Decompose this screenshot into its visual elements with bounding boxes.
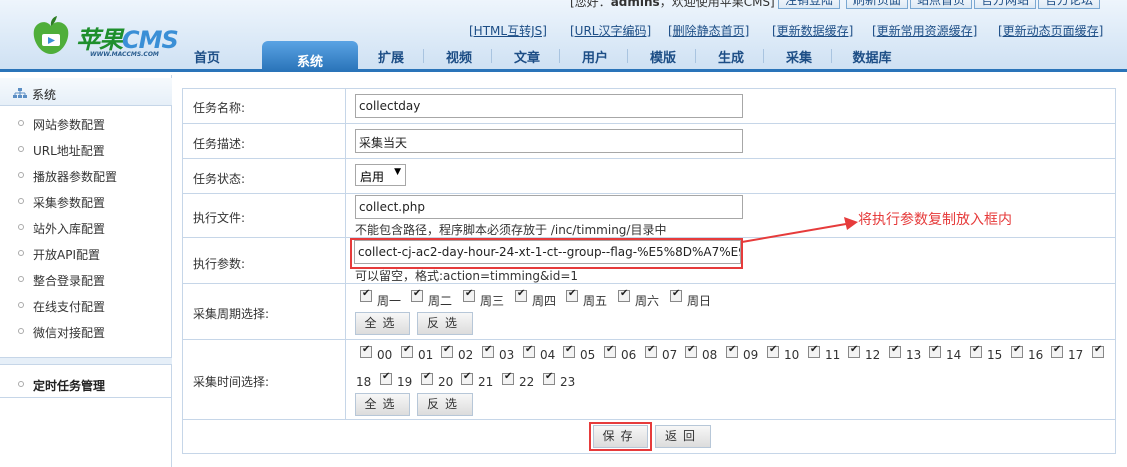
row-hour-select: 采集时间选择: 00 01 02 03 04 05 06 07 08 09 10… (182, 339, 1116, 419)
dropdown-arrow-icon: ▼ (394, 167, 401, 177)
task-desc-input[interactable]: 采集当天 (355, 129, 743, 153)
nav-collect[interactable]: 采集 (772, 47, 826, 67)
row-task-name: 任务名称: collectday (182, 88, 1116, 123)
bullet-icon (18, 224, 24, 230)
highlight-frame (589, 422, 652, 451)
official-site-button[interactable]: 官方网站 (974, 0, 1037, 9)
exec-file-hint: 不能包含路径，程序脚本必须存放于 /inc/timming/目录中 (355, 223, 667, 237)
sidebar: 系统 网站参数配置 URL地址配置 播放器参数配置 采集参数配置 站外入库配置 … (0, 75, 172, 467)
task-name-label: 任务名称: (193, 101, 246, 115)
row-week-select: 采集周期选择: 周一 周二 周三 周四 周五 周六 周日 全选 反选 (182, 283, 1116, 339)
logo-text: 苹果CMS (76, 26, 179, 54)
nav-separator (559, 49, 560, 63)
welcome-text: [您好：admins，欢迎使用苹果CMS] (570, 0, 775, 10)
sidebar-item-url-config[interactable]: URL地址配置 (0, 136, 172, 162)
week-invert-button[interactable]: 反选 (417, 312, 473, 335)
logout-button[interactable]: 注销登陆 (778, 0, 841, 9)
annotation-arrow-icon (741, 217, 858, 243)
update-dynamic-cache-link[interactable]: [更新动态页面缓存] (998, 22, 1103, 39)
exec-param-hint: 可以留空，格式:action=timming&id=1 (355, 269, 579, 283)
sidebar-divider (0, 357, 172, 365)
sidebar-item-wechat-config[interactable]: 微信对接配置 (0, 318, 172, 344)
bullet-icon (18, 250, 24, 256)
nav-database[interactable]: 数据库 (840, 47, 904, 67)
bullet-icon (18, 302, 24, 308)
nav-template[interactable]: 模版 (636, 47, 690, 67)
sidebar-item-api-config[interactable]: 开放API配置 (0, 240, 172, 266)
refresh-button[interactable]: 刷新页面 (846, 0, 909, 9)
task-name-input[interactable]: collectday (355, 94, 743, 118)
row-task-desc: 任务描述: 采集当天 (182, 123, 1116, 158)
header: 苹果CMS WWW.MACCMS.COM [您好：admins，欢迎使用苹果CM… (0, 0, 1127, 72)
sidebar-item-import-config[interactable]: 站外入库配置 (0, 214, 172, 240)
bullet-icon (18, 328, 24, 334)
hours-invert-button[interactable]: 反选 (417, 393, 473, 416)
bullet-icon (18, 172, 24, 178)
bullet-icon (18, 120, 24, 126)
sidebar-item-player-config[interactable]: 播放器参数配置 (0, 162, 172, 188)
bullet-icon (18, 146, 24, 152)
official-forum-button[interactable]: 官方论坛 (1038, 0, 1101, 9)
url-encode-link[interactable]: [URL汉字编码] (570, 22, 651, 39)
update-data-cache-link[interactable]: [更新数据缓存] (772, 22, 853, 39)
row-actions: 保存 返回 (182, 419, 1116, 454)
row-exec-param: 执行参数: 可以留空，格式:action=timming&id=1 collec… (182, 237, 1116, 283)
delete-static-home-link[interactable]: [删除静态首页] (668, 22, 749, 39)
task-status-label: 任务状态: (193, 172, 246, 186)
logo-url: WWW.MACCMS.COM (90, 51, 159, 58)
exec-file-label: 执行文件: (193, 211, 246, 225)
nav-article[interactable]: 文章 (500, 47, 554, 67)
sidebar-item-payment-config[interactable]: 在线支付配置 (0, 292, 172, 318)
nav-separator (695, 49, 696, 63)
sidebar-item-timed-tasks[interactable]: 定时任务管理 (0, 370, 172, 398)
nav-video[interactable]: 视频 (432, 47, 486, 67)
exec-param-label: 执行参数: (193, 257, 246, 271)
hours-select-all-button[interactable]: 全选 (355, 393, 410, 416)
username: admins (610, 0, 660, 9)
sidebar-item-login-config[interactable]: 整合登录配置 (0, 266, 172, 292)
nav-user[interactable]: 用户 (568, 47, 622, 67)
nav-separator (763, 49, 764, 63)
back-button[interactable]: 返回 (655, 425, 711, 448)
nav-separator (831, 49, 832, 63)
week-label: 采集周期选择: (193, 307, 270, 321)
row-task-status: 任务状态: 启用 ▼ (182, 158, 1116, 193)
apple-logo-icon (33, 16, 69, 54)
hours-label: 采集时间选择: (193, 375, 270, 389)
bullet-icon (18, 198, 24, 204)
nav-separator (423, 49, 424, 63)
sidebar-item-site-config[interactable]: 网站参数配置 (0, 110, 172, 136)
update-resource-cache-link[interactable]: [更新常用资源缓存] (872, 22, 977, 39)
sidebar-item-collect-config[interactable]: 采集参数配置 (0, 188, 172, 214)
task-desc-label: 任务描述: (193, 137, 246, 151)
nav-system[interactable]: 系统 (262, 41, 358, 71)
highlight-frame (350, 238, 743, 269)
bullet-icon (18, 276, 24, 282)
sidebar-section-label: 系统 (32, 88, 57, 102)
week-select-all-button[interactable]: 全选 (355, 312, 410, 335)
nav-home[interactable]: 首页 (180, 47, 234, 67)
nav-separator (491, 49, 492, 63)
annotation-text: 将执行参数复制放入框内 (858, 212, 1012, 228)
nav-extend[interactable]: 扩展 (364, 47, 418, 67)
site-home-button[interactable]: 站点首页 (910, 0, 973, 9)
exec-file-input[interactable]: collect.php (355, 195, 743, 219)
nav-separator (627, 49, 628, 63)
html-to-js-link[interactable]: [HTML互转JS] (469, 22, 547, 39)
bullet-icon (18, 381, 24, 387)
sidebar-section-system[interactable]: 系统 (0, 78, 172, 106)
nav-generate[interactable]: 生成 (704, 47, 758, 67)
task-status-select[interactable]: 启用 ▼ (355, 164, 406, 186)
logo[interactable]: 苹果CMS WWW.MACCMS.COM (28, 14, 179, 64)
tree-icon (13, 88, 27, 98)
